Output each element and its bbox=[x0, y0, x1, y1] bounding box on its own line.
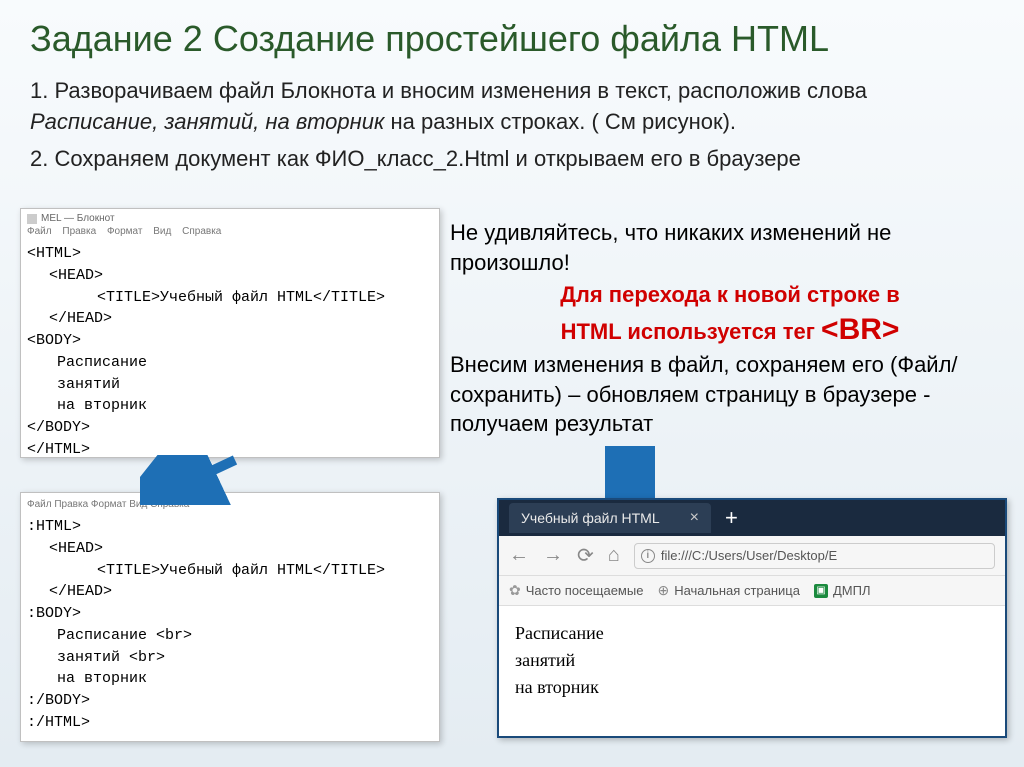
code-line: </HEAD> bbox=[27, 308, 433, 330]
bookmark-label: ДМПЛ bbox=[833, 583, 871, 598]
content-line: на вторник bbox=[515, 674, 989, 701]
code-line: <TITLE>Учебный файл HTML</TITLE> bbox=[27, 287, 433, 309]
red-line-2a: HTML используется тег bbox=[561, 319, 821, 344]
code-line: <TITLE>Учебный файл HTML</TITLE> bbox=[27, 560, 433, 582]
side-text-3: Внесим изменения в файл, сохраняем его (… bbox=[450, 350, 1010, 439]
browser-tab-title: Учебный файл HTML bbox=[521, 510, 660, 526]
br-tag: <BR> bbox=[821, 313, 899, 346]
forward-icon[interactable]: → bbox=[543, 544, 563, 567]
red-line-2: HTML используется тег <BR> bbox=[450, 310, 1010, 351]
notepad-icon bbox=[27, 214, 37, 224]
red-line-1: Для перехода к новой строке в bbox=[450, 280, 1010, 310]
notepad-content-1: <HTML> <HEAD> <TITLE>Учебный файл HTML</… bbox=[21, 241, 439, 463]
new-tab-icon[interactable]: + bbox=[711, 505, 752, 531]
side-text-1: Не удивляйтесь, что никаких изменений не… bbox=[450, 218, 1010, 277]
url-bar[interactable]: i file:///C:/Users/User/Desktop/E bbox=[634, 543, 995, 569]
instr1-b: Расписание, занятий, на вторник bbox=[30, 109, 384, 134]
bookmarks-bar: ✿ Часто посещаемые ⊕ Начальная страница … bbox=[499, 576, 1005, 606]
code-line: Расписание <br> bbox=[27, 625, 433, 647]
globe-icon: ⊕ bbox=[657, 582, 669, 599]
code-line: <HTML> bbox=[27, 243, 433, 265]
browser-toolbar: ← → ⟳ ⌂ i file:///C:/Users/User/Desktop/… bbox=[499, 536, 1005, 576]
code-line: <BODY> bbox=[27, 330, 433, 352]
menu-help[interactable]: Справка bbox=[182, 226, 221, 237]
gear-icon: ✿ bbox=[509, 582, 521, 599]
bookmark-label: Начальная страница bbox=[674, 583, 800, 598]
code-line: Расписание bbox=[27, 352, 433, 374]
browser-content: Расписание занятий на вторник bbox=[499, 606, 1005, 715]
bookmark-label: Часто посещаемые bbox=[526, 583, 644, 598]
browser-tab[interactable]: Учебный файл HTML × bbox=[509, 503, 711, 533]
code-line: на вторник bbox=[27, 395, 433, 417]
notepad-title-text: MEL — Блокнот bbox=[41, 213, 115, 224]
code-line: на вторник bbox=[27, 668, 433, 690]
code-line: <HEAD> bbox=[27, 538, 433, 560]
instruction-1: 1. Разворачиваем файл Блокнота и вносим … bbox=[0, 70, 1024, 138]
content-line: Расписание bbox=[515, 620, 989, 647]
notepad-content-2: :HTML> <HEAD> <TITLE>Учебный файл HTML</… bbox=[21, 514, 439, 736]
arrow-down-left-icon bbox=[140, 455, 250, 505]
code-line: :/HTML> bbox=[27, 712, 433, 734]
reload-icon[interactable]: ⟳ bbox=[577, 543, 594, 568]
code-line: :/BODY> bbox=[27, 690, 433, 712]
code-line: занятий bbox=[27, 374, 433, 396]
url-text: file:///C:/Users/User/Desktop/E bbox=[661, 548, 837, 563]
home-icon[interactable]: ⌂ bbox=[608, 544, 620, 567]
square-icon: ▣ bbox=[814, 584, 828, 598]
code-line: занятий <br> bbox=[27, 647, 433, 669]
browser-window: Учебный файл HTML × + ← → ⟳ ⌂ i file:///… bbox=[497, 498, 1007, 738]
back-icon[interactable]: ← bbox=[509, 544, 529, 567]
code-line: </BODY> bbox=[27, 417, 433, 439]
bookmark-startpage[interactable]: ⊕ Начальная страница bbox=[657, 582, 800, 599]
menu-edit[interactable]: Правка bbox=[62, 226, 96, 237]
notepad-menu: Файл Правка Формат Вид Справка bbox=[21, 224, 439, 241]
notepad-window-2: Файл Правка Формат Вид Справка :HTML> <H… bbox=[20, 492, 440, 742]
notepad-titlebar: MEL — Блокнот bbox=[21, 209, 439, 224]
instr1-c: на разных строках. ( См рисунок). bbox=[390, 109, 736, 134]
code-line: </HEAD> bbox=[27, 581, 433, 603]
instruction-2: 2. Сохраняем документ как ФИО_класс_2.Ht… bbox=[0, 138, 1024, 175]
side-text-2: Для перехода к новой строке в HTML испол… bbox=[450, 280, 1010, 350]
arrow-down-right-icon bbox=[605, 446, 655, 506]
browser-tabbar: Учебный файл HTML × + bbox=[499, 500, 1005, 536]
instr1-a: 1. Разворачиваем файл Блокнота и вносим … bbox=[30, 78, 867, 103]
bookmark-dmpl[interactable]: ▣ ДМПЛ bbox=[814, 583, 871, 598]
page-title: Задание 2 Создание простейшего файла HTM… bbox=[0, 0, 1024, 70]
info-icon[interactable]: i bbox=[641, 549, 655, 563]
close-tab-icon[interactable]: × bbox=[690, 509, 699, 527]
code-line: :BODY> bbox=[27, 603, 433, 625]
notepad-window-1: MEL — Блокнот Файл Правка Формат Вид Спр… bbox=[20, 208, 440, 458]
menu-file[interactable]: Файл bbox=[27, 226, 52, 237]
code-line: :HTML> bbox=[27, 516, 433, 538]
code-line: <HEAD> bbox=[27, 265, 433, 287]
menu-view[interactable]: Вид bbox=[153, 226, 171, 237]
bookmark-frequent[interactable]: ✿ Часто посещаемые bbox=[509, 582, 643, 599]
menu-format[interactable]: Формат bbox=[107, 226, 143, 237]
content-line: занятий bbox=[515, 647, 989, 674]
